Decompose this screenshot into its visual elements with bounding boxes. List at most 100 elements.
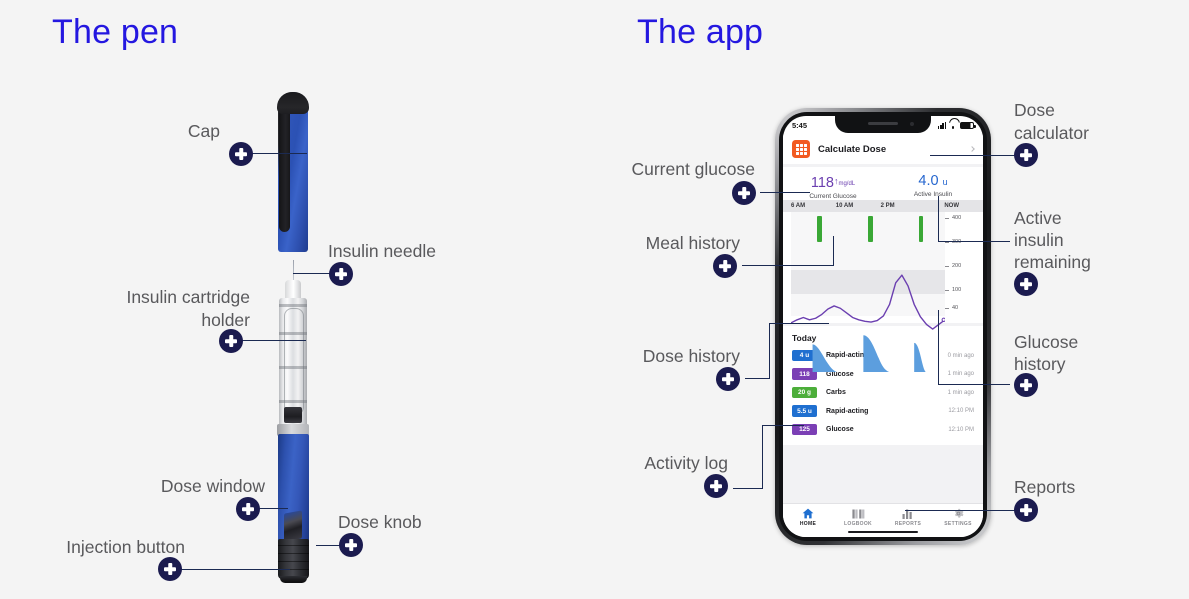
log-badge: 20 g: [792, 386, 817, 399]
log-time: 0 min ago: [947, 352, 974, 359]
chevron-right-icon: [969, 146, 975, 152]
leader-dose-history-v: [769, 323, 771, 379]
calculator-icon: [792, 140, 810, 158]
pen-cap-top: [277, 92, 309, 114]
leader-cap: [252, 153, 307, 155]
x-tick-3: NOW: [944, 203, 959, 209]
chart-plot-area: [791, 212, 945, 373]
leader-dose-calculator: [930, 155, 1018, 157]
y-tick-200: 200: [944, 263, 962, 269]
leader-injection-button: [180, 569, 290, 571]
page-title-app: The app: [637, 13, 764, 51]
tab-label: REPORTS: [894, 521, 922, 527]
home-icon: [802, 508, 814, 519]
cartridge-plunger: [284, 407, 302, 423]
list-item[interactable]: 20 g Carbs 1 min ago: [792, 385, 974, 400]
insulin-pen-illustration: [270, 92, 316, 583]
tab-label: LOGBOOK: [844, 521, 872, 527]
active-insulin-value: 4.0: [918, 173, 939, 189]
list-item[interactable]: 125 Glucose 12:10 PM: [792, 422, 974, 437]
callout-label-current-glucose: Current glucose: [631, 159, 755, 179]
leader-cartridge-holder: [242, 340, 306, 342]
stats-card: 118↑mg/dL Current Glucose 4.0 u Active I…: [783, 167, 983, 373]
pen-cap-clip: [279, 98, 290, 232]
leader-dose-history-h1: [745, 378, 770, 380]
callout-label-injection-button: Injection button: [66, 537, 185, 557]
log-time: 1 min ago: [947, 371, 974, 377]
needle-hub-part: [285, 280, 301, 300]
callout-label-reports: Reports: [1014, 477, 1076, 497]
tab-home[interactable]: HOME: [783, 508, 833, 527]
insulin-cartridge-holder-part: [279, 298, 307, 433]
y-tick-400: 400: [944, 215, 962, 221]
callout-marker-cap[interactable]: [229, 142, 253, 166]
list-item[interactable]: 5.5 u Rapid-acting 12:10 PM: [792, 404, 974, 419]
callout-label-meal-history: Meal history: [645, 233, 740, 253]
callout-marker-insulin-needle[interactable]: [329, 262, 353, 286]
leader-reports: [905, 510, 1015, 512]
log-name: Rapid-acting: [826, 407, 869, 415]
dose-calculator-card[interactable]: Calculate Dose: [783, 134, 983, 164]
leader-activity-log-h2: [762, 425, 804, 427]
callout-marker-glucose-history[interactable]: [1014, 373, 1038, 397]
callout-label-active-insulin-remaining: Active insulin remaining: [1014, 208, 1091, 272]
status-time: 5:45: [792, 120, 808, 130]
current-glucose-stat[interactable]: 118↑mg/dL Current Glucose: [783, 173, 883, 200]
x-tick-1: 10 AM: [835, 203, 854, 209]
insulin-needle-part: [292, 260, 294, 282]
infographic-root: The pen The app Cap Insulin needle Insul…: [0, 0, 1189, 599]
current-glucose-label: Current Glucose: [809, 193, 857, 200]
callout-label-dose-calculator: Dose calculator: [1014, 100, 1089, 143]
dose-window-part: [284, 510, 302, 542]
bottom-tab-bar: HOME LOGBOOK REPORTS SETTINGS: [783, 503, 983, 537]
dose-knob-part: [278, 539, 309, 579]
active-insulin-label: Active Insulin: [913, 191, 953, 198]
book-icon: [851, 508, 865, 519]
leader-active-insulin-v: [938, 196, 940, 242]
callout-marker-meal-history[interactable]: [713, 254, 737, 278]
active-insulin-unit: u: [942, 177, 948, 187]
log-time: 12:10 PM: [948, 426, 974, 433]
leader-dose-history-h2: [769, 323, 829, 325]
leader-activity-log-v: [762, 425, 764, 489]
active-insulin-stat[interactable]: 4.0 u Active Insulin: [883, 173, 983, 200]
phone-screen: 5:45 Calculate Dose 118↑mg/dL Current Gl…: [783, 116, 983, 537]
chart-time-axis: 6 AM 10 AM 2 PM NOW: [783, 200, 983, 212]
app-content: Calculate Dose 118↑mg/dL Current Glucose: [783, 134, 983, 537]
callout-marker-active-insulin-remaining[interactable]: [1014, 272, 1038, 296]
callout-marker-current-glucose[interactable]: [732, 181, 756, 205]
pen-cap-part: [278, 92, 308, 252]
glucose-line-series: [791, 212, 945, 372]
log-badge: 5.5 u: [792, 405, 817, 417]
y-tick-40: 40: [944, 305, 959, 311]
callout-marker-cartridge-holder[interactable]: [219, 329, 243, 353]
tab-label: SETTINGS: [944, 521, 972, 527]
tab-logbook[interactable]: LOGBOOK: [833, 508, 883, 527]
callout-marker-dose-calculator[interactable]: [1014, 143, 1038, 167]
log-time: 12:10 PM: [948, 408, 974, 414]
callout-marker-activity-log[interactable]: [704, 474, 728, 498]
callout-marker-dose-window[interactable]: [236, 497, 260, 521]
callout-label-insulin-needle: Insulin needle: [328, 241, 436, 261]
leader-current-glucose: [760, 192, 810, 194]
current-glucose-value: 118: [810, 175, 834, 191]
callout-marker-dose-history[interactable]: [716, 367, 740, 391]
callout-marker-injection-button[interactable]: [158, 557, 182, 581]
wifi-icon: [949, 122, 958, 129]
current-glucose-unit: mg/dL: [838, 181, 856, 187]
callout-label-dose-window: Dose window: [160, 476, 265, 496]
leader-glucose-history-h: [938, 384, 1010, 386]
callout-label-dose-history: Dose history: [642, 346, 740, 366]
callout-label-cartridge-holder: Insulin cartridge holder: [126, 287, 250, 330]
chart-y-axis: 400 300 200 100 40: [944, 212, 979, 316]
callout-marker-dose-knob[interactable]: [339, 533, 363, 557]
callout-marker-reports[interactable]: [1014, 498, 1038, 522]
phone-mockup: 5:45 Calculate Dose 118↑mg/dL Current Gl…: [775, 108, 991, 545]
log-name: Carbs: [826, 389, 846, 396]
callout-label-dose-knob: Dose knob: [338, 512, 422, 532]
log-time: 1 min ago: [947, 389, 974, 396]
callout-label-glucose-history: Glucose history: [1014, 332, 1079, 374]
callout-label-activity-log: Activity log: [644, 453, 728, 473]
cellular-signal-icon: [938, 121, 946, 129]
log-name: Glucose: [826, 426, 854, 433]
